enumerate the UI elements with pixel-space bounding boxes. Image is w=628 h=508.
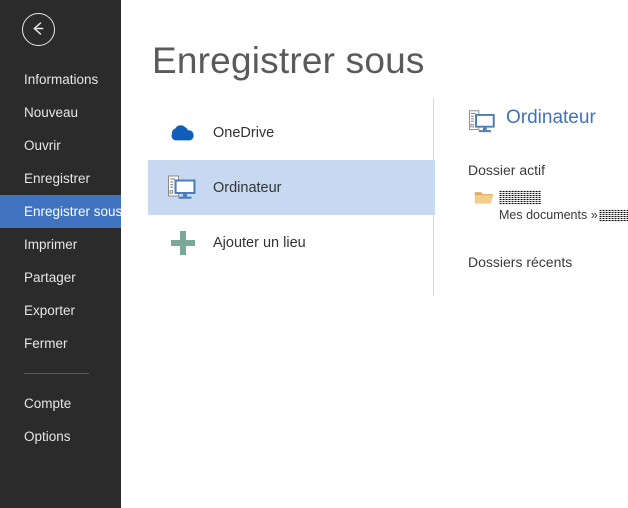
place-item-label: OneDrive <box>213 124 275 141</box>
detail-header: Ordinateur <box>468 106 628 140</box>
onedrive-cloud-icon <box>166 116 200 150</box>
sidebar-item-imprimer[interactable]: Imprimer <box>0 228 121 261</box>
folder-path-prefix: Mes documents » <box>499 208 598 222</box>
recent-folders-section-title: Dossiers récents <box>468 254 573 270</box>
place-item-label: Ajouter un lieu <box>213 234 306 251</box>
backstage-sidebar: Retour Informations Nouveau Ouvrir Enreg… <box>0 0 123 508</box>
sidebar-item-fermer[interactable]: Fermer <box>0 327 121 360</box>
sidebar-item-nouveau[interactable]: Nouveau <box>0 96 121 129</box>
backstage-content: Enregistrer sous OneDrive Ordinateur Ajo… <box>121 0 628 508</box>
computer-icon <box>468 108 498 136</box>
sidebar-item-label: Options <box>24 429 71 444</box>
back-arrow-icon <box>33 22 44 35</box>
sidebar-item-enregistrer[interactable]: Enregistrer <box>0 162 121 195</box>
plus-icon <box>166 226 200 260</box>
current-folder-item[interactable]: Mes documents » <box>468 190 628 228</box>
folder-path-redacted <box>598 209 628 223</box>
sidebar-item-label: Nouveau <box>24 105 79 120</box>
sidebar-item-informations[interactable]: Informations <box>0 63 121 96</box>
sidebar-item-label: Enregistrer sous <box>24 204 123 219</box>
backstage-nav-list: Informations Nouveau Ouvrir Enregistrer … <box>0 63 123 453</box>
open-folder-icon <box>474 190 494 205</box>
column-divider <box>433 98 434 296</box>
sidebar-item-compte[interactable]: Compte <box>0 387 121 420</box>
computer-icon <box>166 171 200 205</box>
sidebar-item-partager[interactable]: Partager <box>0 261 121 294</box>
sidebar-item-ouvrir[interactable]: Ouvrir <box>0 129 121 162</box>
back-button-label: Retour <box>23 43 24 44</box>
page-title: Enregistrer sous <box>152 40 425 81</box>
sidebar-item-label: Fermer <box>24 336 68 351</box>
sidebar-item-label: Imprimer <box>24 237 78 252</box>
place-item-onedrive[interactable]: OneDrive <box>148 105 435 160</box>
place-item-ordinateur[interactable]: Ordinateur <box>148 160 435 215</box>
sidebar-item-enregistrer-sous[interactable]: Enregistrer sous <box>0 195 123 228</box>
folder-name-redacted <box>499 190 541 205</box>
sidebar-item-label: Ouvrir <box>24 138 61 153</box>
location-detail-panel: Ordinateur Dossier actif Mes documents »… <box>468 106 628 270</box>
sidebar-item-options[interactable]: Options <box>0 420 121 453</box>
place-item-ajouter-un-lieu[interactable]: Ajouter un lieu <box>148 215 435 270</box>
sidebar-item-label: Partager <box>24 270 76 285</box>
back-arrow-button[interactable]: Retour <box>22 13 55 46</box>
sidebar-item-exporter[interactable]: Exporter <box>0 294 121 327</box>
detail-header-title: Ordinateur <box>506 107 596 128</box>
place-item-label: Ordinateur <box>213 179 282 196</box>
current-folder-section-title: Dossier actif <box>468 162 546 178</box>
sidebar-item-label: Enregistrer <box>24 171 91 186</box>
folder-path: Mes documents » <box>499 208 628 223</box>
save-places-list: OneDrive Ordinateur Ajouter un lieu <box>148 105 435 270</box>
sidebar-item-label: Informations <box>24 72 99 87</box>
sidebar-item-label: Exporter <box>24 303 76 318</box>
sidebar-item-label: Compte <box>24 396 72 411</box>
sidebar-separator <box>24 373 89 374</box>
